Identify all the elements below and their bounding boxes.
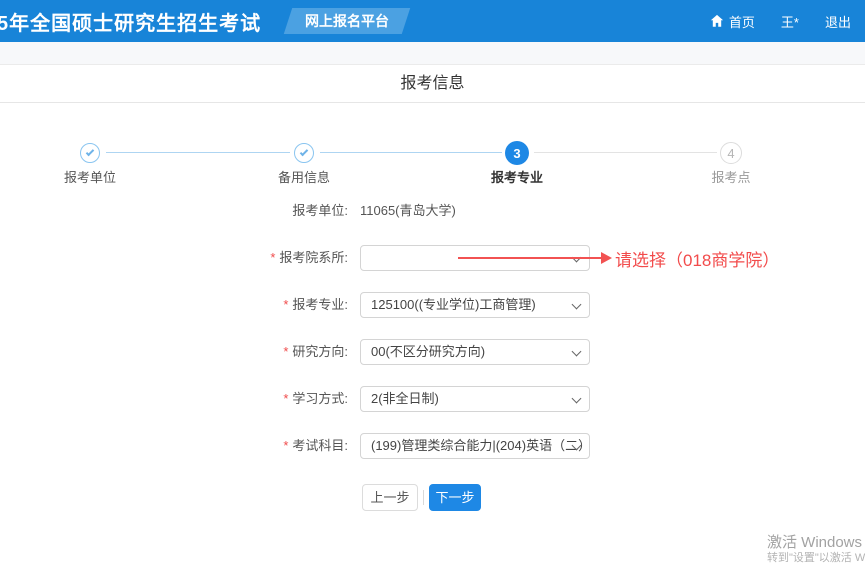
unit-row: 报考单位: 11065(青岛大学) <box>0 202 865 220</box>
check-icon <box>86 148 94 156</box>
windows-activation-watermark-line2: 转到"设置"以激活 W <box>767 549 865 565</box>
step-3-circle: 3 <box>505 141 529 165</box>
step-1-circle <box>80 143 100 163</box>
exam-subjects-label: * 考试科目: <box>0 433 348 459</box>
prev-step-button[interactable]: 上一步 <box>362 484 418 511</box>
study-mode-label: * 学习方式: <box>0 386 348 412</box>
major-row: * 报考专业: 125100((专业学位)工商管理) <box>0 292 865 318</box>
header-nav: 首页 王* 退出 <box>710 0 851 42</box>
platform-badge-label: 网上报名平台 <box>288 8 406 34</box>
nav-home[interactable]: 首页 <box>710 12 755 31</box>
nav-logout-label: 退出 <box>825 12 851 31</box>
required-marker: * <box>270 250 275 265</box>
home-icon <box>710 14 724 28</box>
annotation-arrow-head <box>601 252 612 264</box>
step-connector-3 <box>534 152 717 153</box>
next-step-button[interactable]: 下一步 <box>429 484 481 511</box>
step-connector-2 <box>320 152 502 153</box>
nav-username[interactable]: 王* <box>781 12 799 31</box>
unit-label: 报考单位: <box>0 202 348 220</box>
step-4-number: 4 <box>727 146 734 161</box>
research-direction-label-text: 研究方向: <box>292 344 348 359</box>
research-direction-label: * 研究方向: <box>0 339 348 365</box>
required-marker: * <box>283 297 288 312</box>
step-3-label: 报考专业 <box>457 167 577 186</box>
exam-subjects-select[interactable]: (199)管理类综合能力|(204)英语（二）|(-)... <box>360 433 590 459</box>
chevron-down-icon <box>572 347 582 357</box>
department-label-text: 报考院系所: <box>279 250 348 265</box>
required-marker: * <box>283 438 288 453</box>
required-marker: * <box>283 344 288 359</box>
required-marker: * <box>283 391 288 406</box>
page-root: 5年全国硕士研究生招生考试 网上报名平台 首页 王* 退出 报考信息 <box>0 0 865 566</box>
research-direction-select-value: 00(不区分研究方向) <box>371 344 485 359</box>
study-mode-row: * 学习方式: 2(非全日制) <box>0 386 865 412</box>
button-separator <box>423 490 424 505</box>
platform-badge: 网上报名平台 <box>284 8 410 34</box>
step-2-circle <box>294 143 314 163</box>
site-title: 5年全国硕士研究生招生考试 <box>0 7 261 36</box>
research-direction-select[interactable]: 00(不区分研究方向) <box>360 339 590 365</box>
chevron-down-icon <box>572 394 582 404</box>
exam-subjects-row: * 考试科目: (199)管理类综合能力|(204)英语（二）|(-)... <box>0 433 865 459</box>
step-1-label: 报考单位 <box>30 167 150 186</box>
step-2-label: 备用信息 <box>244 167 364 186</box>
nav-logout[interactable]: 退出 <box>825 12 851 31</box>
step-4-label: 报考点 <box>671 167 791 186</box>
exam-subjects-select-value: (199)管理类综合能力|(204)英语（二）|(-)... <box>371 438 590 453</box>
unit-value: 11065(青岛大学) <box>360 202 456 220</box>
major-label-text: 报考专业: <box>292 297 348 312</box>
department-label: * 报考院系所: <box>0 245 348 271</box>
nav-home-label: 首页 <box>729 12 755 31</box>
major-select[interactable]: 125100((专业学位)工商管理) <box>360 292 590 318</box>
nav-username-label: 王* <box>781 12 799 31</box>
chevron-down-icon <box>572 300 582 310</box>
study-mode-select[interactable]: 2(非全日制) <box>360 386 590 412</box>
app-header: 5年全国硕士研究生招生考试 网上报名平台 首页 王* 退出 <box>0 0 865 42</box>
step-3-number: 3 <box>513 146 520 161</box>
major-label: * 报考专业: <box>0 292 348 318</box>
exam-subjects-label-text: 考试科目: <box>292 438 348 453</box>
research-direction-row: * 研究方向: 00(不区分研究方向) <box>0 339 865 365</box>
annotation-arrow-line <box>458 257 602 259</box>
page-title: 报考信息 <box>0 65 865 103</box>
annotation-text: 请选择（018商学院） <box>615 246 779 271</box>
step-4-circle: 4 <box>720 142 742 164</box>
sub-header-strip <box>0 42 865 65</box>
page-title-bar: 报考信息 <box>0 65 865 103</box>
major-select-value: 125100((专业学位)工商管理) <box>371 297 536 312</box>
study-mode-select-value: 2(非全日制) <box>371 391 439 406</box>
check-icon <box>300 148 308 156</box>
step-connector-1 <box>106 152 290 153</box>
study-mode-label-text: 学习方式: <box>292 391 348 406</box>
